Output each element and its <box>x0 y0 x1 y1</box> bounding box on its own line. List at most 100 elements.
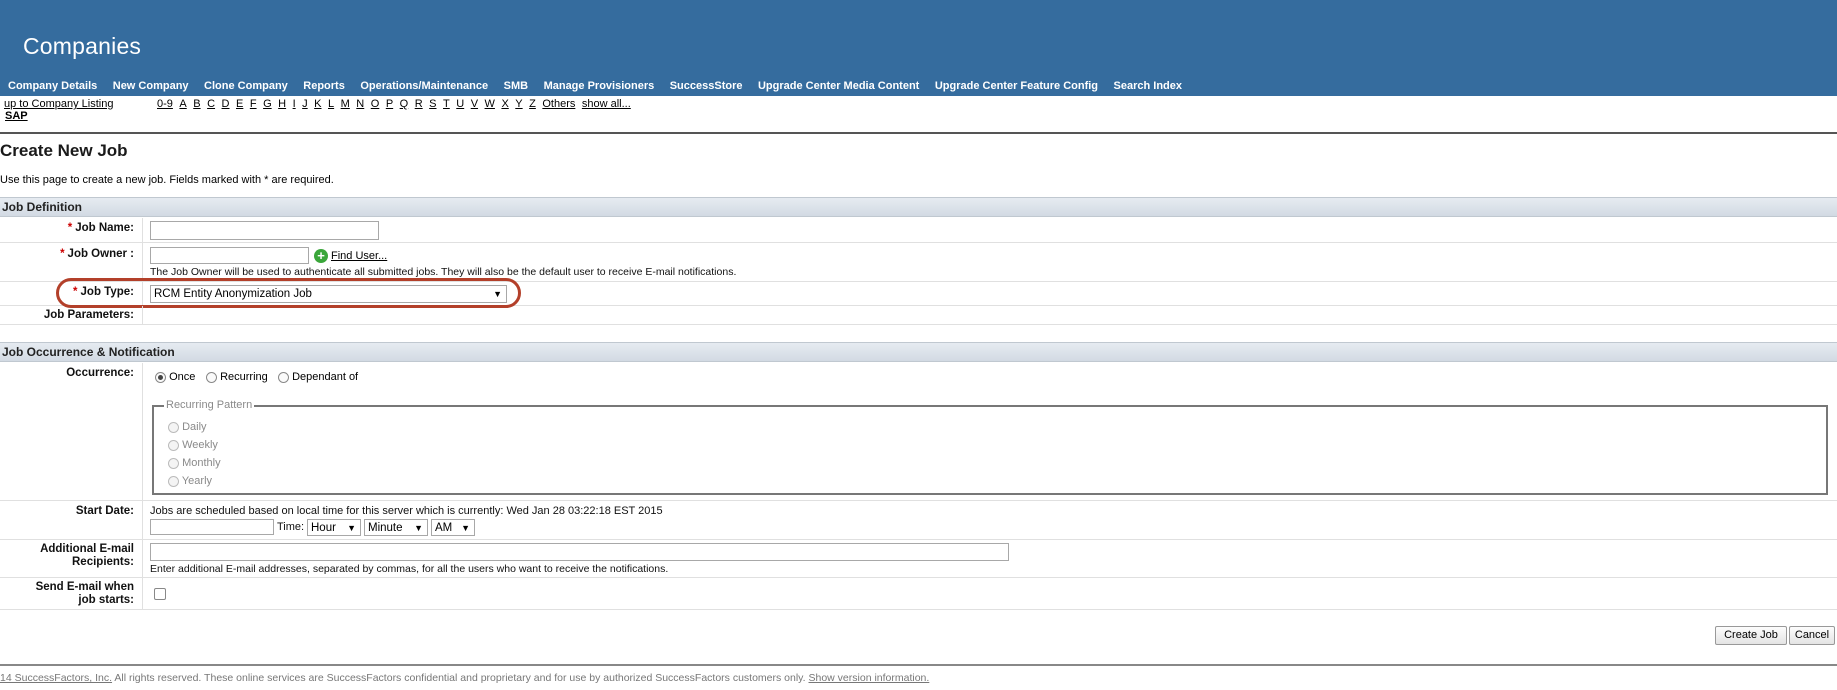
alpha-r[interactable]: R <box>415 98 423 110</box>
copyright-link[interactable]: 14 SuccessFactors, Inc. <box>0 672 112 684</box>
additional-email-label: Additional E-mail Recipients: <box>40 543 134 568</box>
row-additional-email: Additional E-mail Recipients: Enter addit… <box>0 540 1837 578</box>
show-version-link[interactable]: Show version information. <box>809 672 930 684</box>
page-title: Create New Job <box>0 141 128 160</box>
alpha-i[interactable]: I <box>293 98 296 110</box>
add-icon: + <box>314 249 328 263</box>
occurrence-recurring-option[interactable]: Recurring <box>206 371 268 383</box>
nav-operations-maintenance[interactable]: Operations/Maintenance <box>360 80 488 92</box>
page-intro: Use this page to create a new job. Field… <box>0 174 334 186</box>
dropdown-arrow-icon: ▼ <box>461 523 470 533</box>
job-name-label: * Job Name: <box>67 222 134 234</box>
start-date-label: Start Date: <box>75 505 134 517</box>
radio-monthly[interactable] <box>168 457 179 469</box>
alpha-z[interactable]: Z <box>529 98 536 110</box>
alpha-a[interactable]: A <box>179 98 186 110</box>
alpha-t[interactable]: T <box>443 98 450 110</box>
alpha-s[interactable]: S <box>429 98 436 110</box>
row-job-owner: * Job Owner : The Job Owner will be used … <box>0 243 1837 282</box>
radio-weekly[interactable] <box>168 439 179 451</box>
create-job-button[interactable]: Create Job <box>1715 626 1787 645</box>
alpha-o[interactable]: O <box>371 98 380 110</box>
minute-select[interactable]: Minute ▼ <box>364 519 428 536</box>
alpha-v[interactable]: V <box>471 98 478 110</box>
alpha-index: 0-9 A B C D E F G H I J K L M N O P Q R … <box>157 98 637 110</box>
alpha-k[interactable]: K <box>314 98 321 110</box>
cancel-button[interactable]: Cancel <box>1789 626 1835 645</box>
alpha-show-all[interactable]: show all... <box>582 98 631 110</box>
job-type-highlight-annotation <box>56 278 521 308</box>
required-mark: * <box>67 222 73 234</box>
alpha-j[interactable]: J <box>302 98 308 110</box>
alpha-f[interactable]: F <box>250 98 257 110</box>
row-job-name: * Job Name: <box>0 218 1837 243</box>
alpha-n[interactable]: N <box>356 98 364 110</box>
pattern-yearly-option[interactable]: Yearly <box>168 475 212 487</box>
section-job-occurrence: Job Occurrence & Notification <box>0 342 1837 362</box>
section-job-definition: Job Definition <box>0 197 1837 217</box>
bottom-divider <box>0 664 1837 666</box>
nav-clone-company[interactable]: Clone Company <box>204 80 288 92</box>
nav-upgrade-center-feature[interactable]: Upgrade Center Feature Config <box>935 80 1098 92</box>
alpha-l[interactable]: L <box>328 98 334 110</box>
job-owner-input[interactable] <box>150 247 309 264</box>
footer: 14 SuccessFactors, Inc. All rights reser… <box>0 672 929 684</box>
radio-daily[interactable] <box>168 421 179 433</box>
nav-smb[interactable]: SMB <box>504 80 528 92</box>
recurring-pattern-legend: Recurring Pattern <box>164 399 255 411</box>
pattern-weekly-option[interactable]: Weekly <box>168 439 218 451</box>
additional-email-hint: Enter additional E-mail addresses, separ… <box>150 563 669 575</box>
alpha-c[interactable]: C <box>207 98 215 110</box>
find-user-link[interactable]: + Find User... <box>314 249 387 263</box>
alpha-x[interactable]: X <box>501 98 508 110</box>
alpha-w[interactable]: W <box>485 98 495 110</box>
row-start-date: Start Date: Jobs are scheduled based on … <box>0 501 1837 540</box>
alpha-m[interactable]: M <box>341 98 350 110</box>
send-email-label: Send E-mail when job starts: <box>35 581 134 606</box>
job-owner-label: * Job Owner : <box>60 248 134 260</box>
alpha-y[interactable]: Y <box>515 98 522 110</box>
row-job-parameters: Job Parameters: <box>0 306 1837 325</box>
alpha-h[interactable]: H <box>278 98 286 110</box>
ampm-select[interactable]: AM ▼ <box>431 519 475 536</box>
nav-successstore[interactable]: SuccessStore <box>670 80 743 92</box>
pattern-daily-option[interactable]: Daily <box>168 421 207 433</box>
alpha-q[interactable]: Q <box>400 98 409 110</box>
row-send-email: Send E-mail when job starts: <box>0 578 1837 610</box>
nav-new-company[interactable]: New Company <box>113 80 189 92</box>
alpha-b[interactable]: B <box>193 98 200 110</box>
nav-upgrade-center-media[interactable]: Upgrade Center Media Content <box>758 80 919 92</box>
alpha-d[interactable]: D <box>222 98 230 110</box>
start-date-input[interactable] <box>150 519 274 535</box>
radio-yearly[interactable] <box>168 475 179 487</box>
radio-recurring[interactable] <box>206 371 217 383</box>
radio-once[interactable] <box>155 371 166 383</box>
up-to-company-listing-link[interactable]: up to Company Listing <box>4 98 113 110</box>
footer-text: All rights reserved. These online servic… <box>112 672 809 684</box>
radio-dependant[interactable] <box>278 371 289 383</box>
pattern-monthly-option[interactable]: Monthly <box>168 457 221 469</box>
start-date-hint: Jobs are scheduled based on local time f… <box>150 505 663 517</box>
nav-reports[interactable]: Reports <box>303 80 345 92</box>
job-name-input[interactable] <box>150 221 379 240</box>
send-email-checkbox[interactable] <box>154 588 166 600</box>
nav-search-index[interactable]: Search Index <box>1114 80 1182 92</box>
alpha-e[interactable]: E <box>236 98 243 110</box>
app-title: Companies <box>23 33 142 59</box>
alpha-g[interactable]: G <box>263 98 272 110</box>
hour-select[interactable]: Hour ▼ <box>307 519 361 536</box>
occurrence-dependant-option[interactable]: Dependant of <box>278 371 358 383</box>
alpha-p[interactable]: P <box>386 98 393 110</box>
job-owner-hint: The Job Owner will be used to authentica… <box>150 266 737 278</box>
alpha-u[interactable]: U <box>456 98 464 110</box>
dropdown-arrow-icon: ▼ <box>347 523 356 533</box>
occurrence-once-option[interactable]: Once <box>155 371 195 383</box>
additional-email-input[interactable] <box>150 543 1009 561</box>
nav-company-details[interactable]: Company Details <box>8 80 97 92</box>
company-sap-link[interactable]: SAP <box>5 110 28 122</box>
top-nav: Company Details New Company Clone Compan… <box>8 80 1198 92</box>
alpha-others[interactable]: Others <box>542 98 575 110</box>
alpha-0-9[interactable]: 0-9 <box>157 98 173 110</box>
job-parameters-label: Job Parameters: <box>43 309 134 321</box>
nav-manage-provisioners[interactable]: Manage Provisioners <box>544 80 655 92</box>
